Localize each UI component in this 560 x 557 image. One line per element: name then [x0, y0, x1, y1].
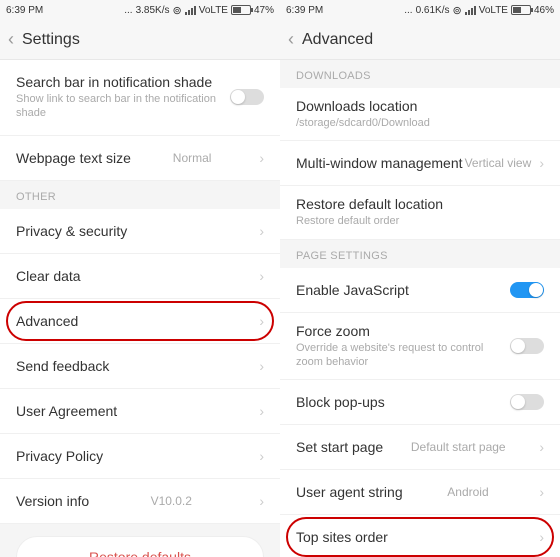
header: ‹ Settings	[0, 20, 280, 60]
back-icon[interactable]: ‹	[8, 29, 14, 50]
chevron-right-icon: ›	[259, 493, 264, 509]
row-restore-location[interactable]: Restore default location Restore default…	[280, 186, 560, 239]
row-value: V10.0.2	[151, 494, 192, 508]
row-force-zoom[interactable]: Force zoom Override a website's request …	[280, 313, 560, 381]
section-other: OTHER	[0, 181, 280, 209]
section-page-settings: PAGE SETTINGS	[280, 240, 560, 268]
chevron-right-icon: ›	[539, 529, 544, 545]
row-multiwindow[interactable]: Multi-window management Vertical view ›	[280, 141, 560, 186]
row-value: Android	[447, 485, 488, 499]
row-label: Top sites order	[296, 529, 388, 545]
restore-defaults-button[interactable]: Restore defaults	[16, 536, 264, 557]
row-block-popups[interactable]: Block pop-ups	[280, 380, 560, 425]
row-sublabel: Restore default order	[296, 214, 544, 228]
row-search-bar-shade[interactable]: Search bar in notification shade Show li…	[0, 60, 280, 136]
row-value: Normal	[173, 151, 212, 165]
row-user-agreement[interactable]: User Agreement ›	[0, 389, 280, 434]
row-advanced[interactable]: Advanced ›	[0, 299, 280, 344]
row-label: Send feedback	[16, 358, 109, 374]
row-label: Downloads location	[296, 98, 544, 114]
section-downloads: DOWNLOADS	[280, 60, 560, 88]
row-set-start-page[interactable]: Set start page Default start page ›	[280, 425, 560, 470]
page-title: Settings	[22, 31, 80, 49]
row-label: Webpage text size	[16, 150, 131, 166]
row-label: Clear data	[16, 268, 81, 284]
row-label: Block pop-ups	[296, 394, 385, 410]
row-label: User agent string	[296, 484, 403, 500]
row-version-info[interactable]: Version info V10.0.2 ›	[0, 479, 280, 524]
screen-settings: 6:39 PM ... 3.85K/s ⊚ VoLTE 47% ‹ Settin…	[0, 0, 280, 557]
status-battery: 47%	[254, 5, 274, 16]
row-value: Vertical view	[465, 156, 532, 170]
row-privacy-security[interactable]: Privacy & security ›	[0, 209, 280, 254]
row-sublabel: Show link to search bar in the notificat…	[16, 92, 230, 121]
chevron-right-icon: ›	[259, 150, 264, 166]
row-label: Privacy Policy	[16, 448, 103, 464]
row-label: Multi-window management	[296, 155, 463, 171]
row-privacy-policy[interactable]: Privacy Policy ›	[0, 434, 280, 479]
battery-icon	[511, 5, 531, 15]
status-volte: VoLTE	[199, 5, 228, 16]
row-sublabel: /storage/sdcard0/Download	[296, 116, 544, 130]
row-label: Force zoom	[296, 323, 510, 339]
chevron-right-icon: ›	[539, 484, 544, 500]
header: ‹ Advanced	[280, 20, 560, 60]
status-bar: 6:39 PM ... 3.85K/s ⊚ VoLTE 47%	[0, 0, 280, 20]
row-send-feedback[interactable]: Send feedback ›	[0, 344, 280, 389]
chevron-right-icon: ›	[539, 439, 544, 455]
row-label: Version info	[16, 493, 89, 509]
row-label: User Agreement	[16, 403, 117, 419]
chevron-right-icon: ›	[259, 223, 264, 239]
status-time: 6:39 PM	[6, 5, 43, 16]
wifi-icon: ⊚	[172, 4, 181, 17]
row-clear-data[interactable]: Clear data ›	[0, 254, 280, 299]
chevron-right-icon: ›	[539, 155, 544, 171]
row-user-agent[interactable]: User agent string Android ›	[280, 470, 560, 515]
row-text-size[interactable]: Webpage text size Normal ›	[0, 136, 280, 181]
toggle-javascript[interactable]	[510, 282, 544, 298]
status-volte: VoLTE	[479, 5, 508, 16]
row-label: Privacy & security	[16, 223, 127, 239]
row-top-sites-order[interactable]: Top sites order ›	[280, 515, 560, 557]
row-label: Restore default location	[296, 196, 544, 212]
row-label: Enable JavaScript	[296, 282, 409, 298]
wifi-icon: ⊚	[452, 4, 461, 17]
status-speed: 0.61K/s	[416, 5, 450, 16]
back-icon[interactable]: ‹	[288, 29, 294, 50]
row-label: Search bar in notification shade	[16, 74, 230, 90]
row-downloads-location[interactable]: Downloads location /storage/sdcard0/Down…	[280, 88, 560, 141]
chevron-right-icon: ›	[259, 313, 264, 329]
status-battery: 46%	[534, 5, 554, 16]
toggle-block-popups[interactable]	[510, 394, 544, 410]
toggle-force-zoom[interactable]	[510, 338, 544, 354]
status-speed: 3.85K/s	[136, 5, 170, 16]
page-title: Advanced	[302, 31, 373, 49]
chevron-right-icon: ›	[259, 448, 264, 464]
signal-icon	[185, 6, 196, 15]
battery-icon	[231, 5, 251, 15]
toggle-searchbar[interactable]	[230, 89, 264, 105]
status-bar: 6:39 PM ... 0.61K/s ⊚ VoLTE 46%	[280, 0, 560, 20]
row-label: Set start page	[296, 439, 383, 455]
row-sublabel: Override a website's request to control …	[296, 341, 510, 370]
row-enable-javascript[interactable]: Enable JavaScript	[280, 268, 560, 313]
row-value: Default start page	[411, 440, 506, 454]
chevron-right-icon: ›	[259, 358, 264, 374]
chevron-right-icon: ›	[259, 268, 264, 284]
signal-icon	[465, 6, 476, 15]
status-time: 6:39 PM	[286, 5, 323, 16]
row-label: Advanced	[16, 313, 78, 329]
screen-advanced: 6:39 PM ... 0.61K/s ⊚ VoLTE 46% ‹ Advanc…	[280, 0, 560, 557]
chevron-right-icon: ›	[259, 403, 264, 419]
